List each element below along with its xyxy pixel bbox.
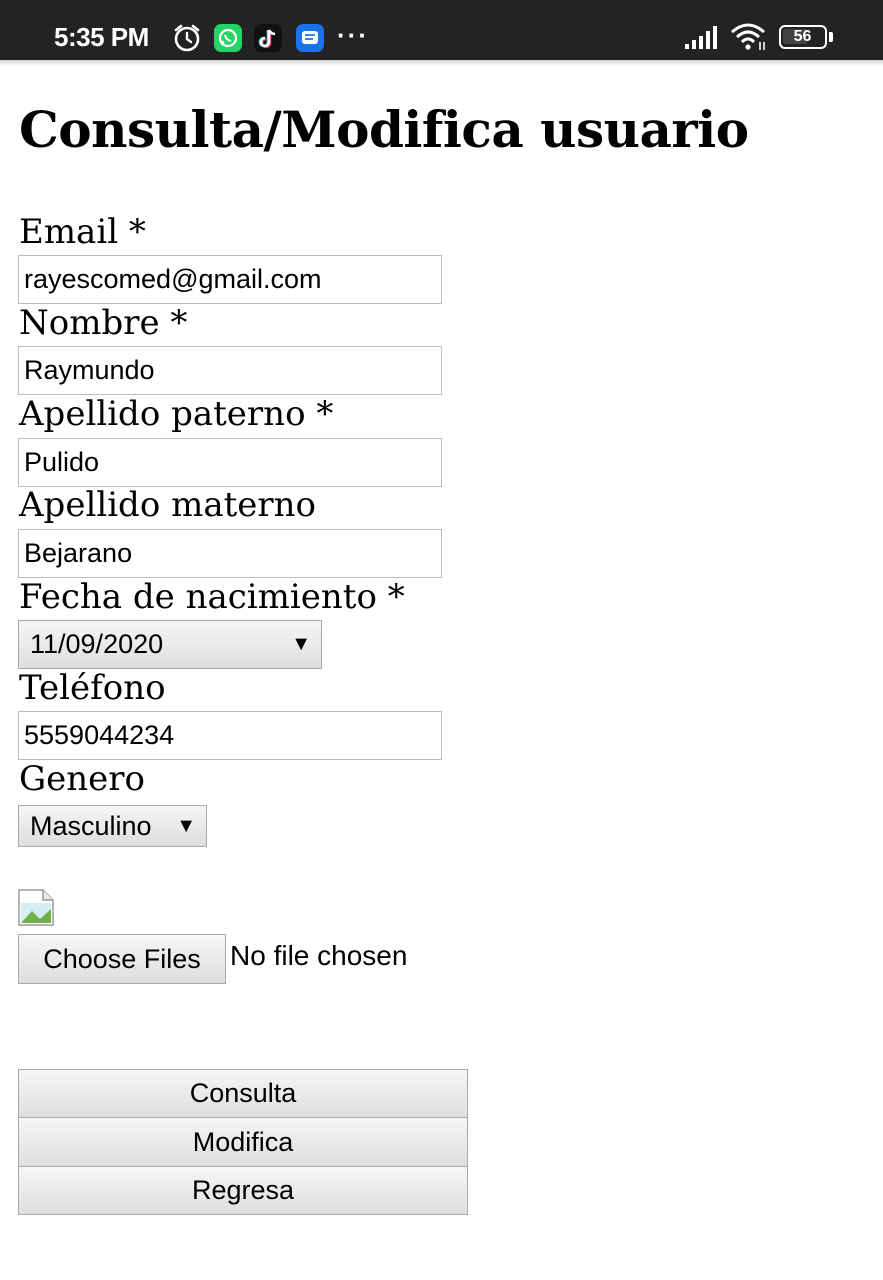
email-field[interactable]: rayescomed@gmail.com xyxy=(18,255,442,304)
telefono-label: Teléfono xyxy=(19,668,166,708)
status-bar: 5:35 PM ··· 56 xyxy=(0,0,883,60)
apellido-materno-field[interactable]: Bejarano xyxy=(18,529,442,578)
signal-icon xyxy=(685,26,717,49)
fecha-nacimiento-label: Fecha de nacimiento * xyxy=(19,577,405,617)
status-bar-shadow xyxy=(0,60,883,66)
broken-image-icon xyxy=(18,889,54,926)
status-time: 5:35 PM xyxy=(54,22,149,52)
nombre-label: Nombre * xyxy=(19,303,188,343)
tiktok-icon xyxy=(254,24,282,52)
chevron-down-icon: ▼ xyxy=(291,633,311,655)
more-notifications-icon: ··· xyxy=(337,20,369,50)
battery-tip xyxy=(829,32,833,42)
nombre-field[interactable]: Raymundo xyxy=(18,346,442,395)
apellido-materno-label: Apellido materno xyxy=(19,485,317,525)
page-title: Consulta/Modifica usuario xyxy=(19,100,749,159)
chevron-down-icon: ▼ xyxy=(176,814,196,837)
regresa-button[interactable]: Regresa xyxy=(18,1166,468,1215)
apellido-paterno-label: Apellido paterno * xyxy=(19,394,334,434)
no-file-chosen-text: No file chosen xyxy=(230,940,408,971)
choose-files-button[interactable]: Choose Files xyxy=(18,934,226,984)
battery-icon: 56 xyxy=(779,25,827,49)
email-label: Email * xyxy=(19,212,146,252)
genero-label: Genero xyxy=(19,759,146,799)
battery-level: 56 xyxy=(793,28,812,45)
apellido-paterno-field[interactable]: Pulido xyxy=(18,438,442,487)
telefono-field[interactable]: 5559044234 xyxy=(18,711,442,760)
fecha-nacimiento-picker[interactable]: 11/09/2020 ▼ xyxy=(18,620,322,669)
wifi-icon xyxy=(731,23,765,50)
alarm-icon xyxy=(174,24,200,52)
messages-icon xyxy=(296,24,324,52)
genero-value: Masculino xyxy=(30,810,152,841)
consulta-button[interactable]: Consulta xyxy=(18,1069,468,1118)
fecha-nacimiento-value: 11/09/2020 xyxy=(30,629,164,659)
modifica-button[interactable]: Modifica xyxy=(18,1117,468,1167)
genero-select[interactable]: Masculino ▼ xyxy=(18,805,207,847)
whatsapp-icon xyxy=(214,24,242,52)
